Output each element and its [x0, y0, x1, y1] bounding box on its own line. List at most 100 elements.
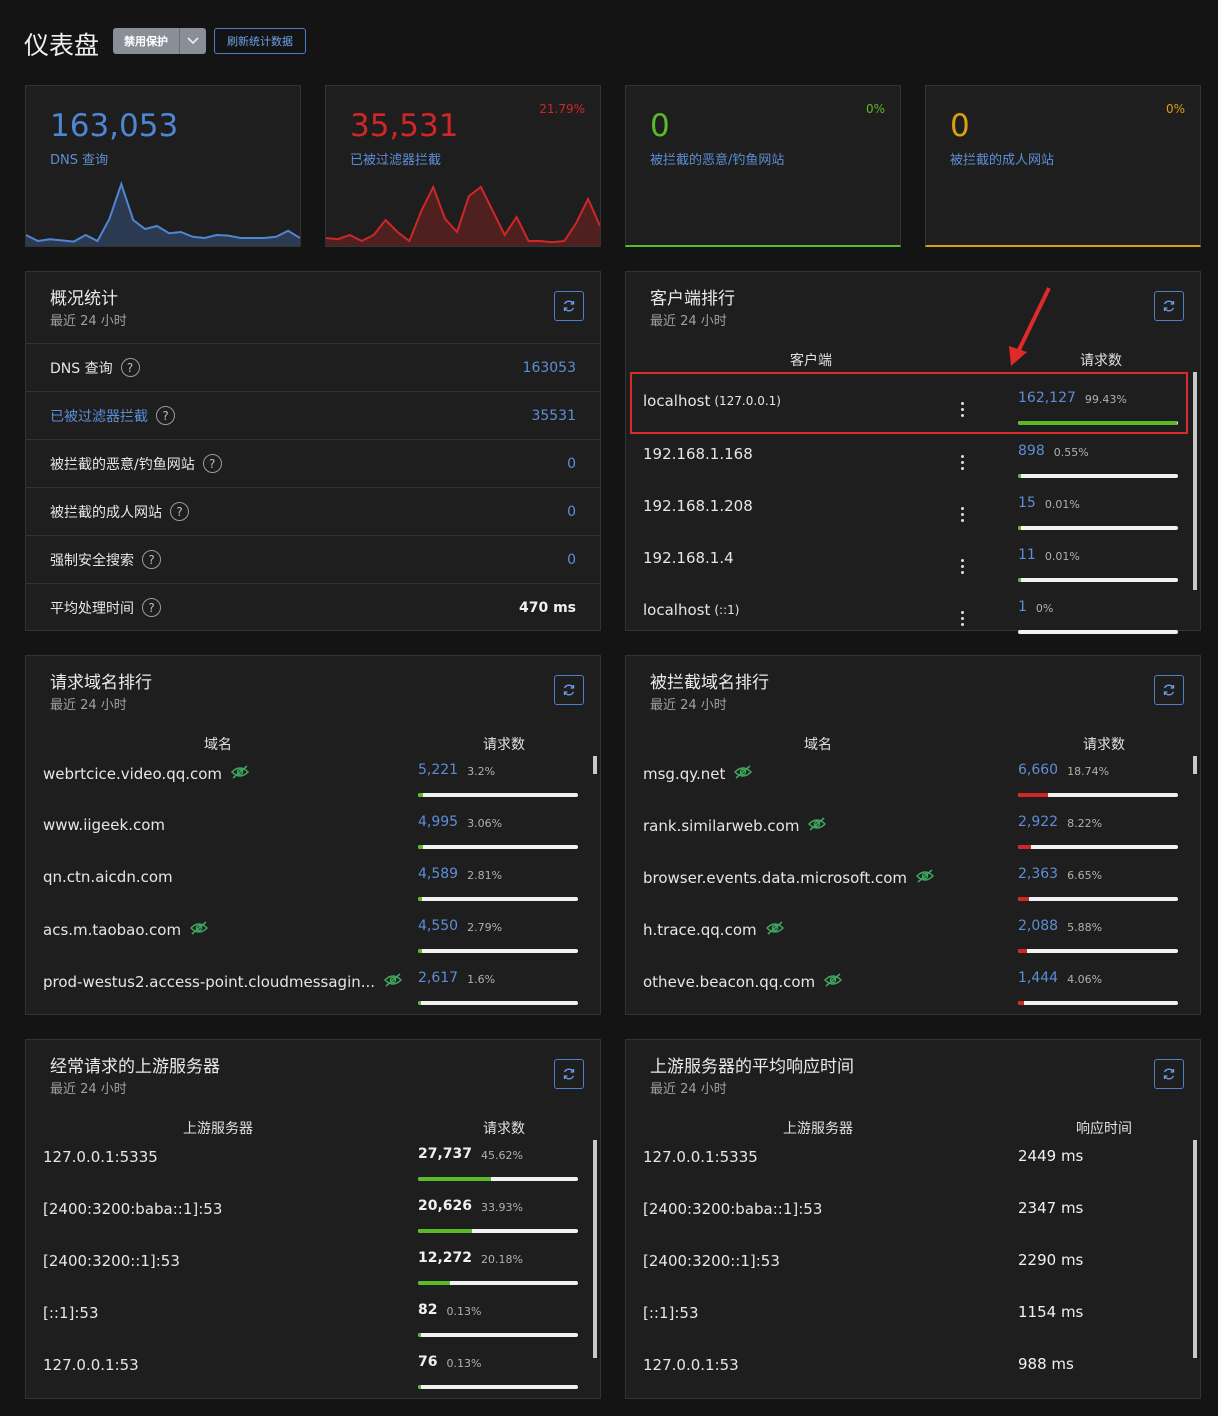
column-header-requests[interactable]: 请求数 — [1039, 734, 1169, 754]
chevron-down-icon[interactable] — [180, 28, 206, 54]
column-header-upstream[interactable]: 上游服务器 — [153, 1118, 283, 1138]
row-name-text[interactable]: acs.m.taobao.com — [43, 921, 181, 939]
row-name[interactable]: [2400:3200::1]:53 — [43, 1252, 180, 1270]
refresh-button[interactable] — [554, 675, 584, 705]
row-label[interactable]: 已被过滤器拦截 — [50, 406, 148, 426]
row-name-text[interactable]: h.trace.qq.com — [643, 921, 757, 939]
help-icon[interactable]: ? — [142, 598, 161, 617]
row-name[interactable]: rank.similarweb.com — [643, 816, 827, 836]
request-count[interactable]: 2,363 — [1018, 866, 1058, 882]
more-options-icon[interactable] — [961, 559, 965, 577]
help-icon[interactable]: ? — [120, 358, 140, 377]
row-name[interactable]: 192.168.1.208 — [643, 497, 753, 515]
request-count[interactable]: 4,550 — [418, 918, 458, 934]
disable-protection-button[interactable]: 禁用保护 — [113, 28, 206, 54]
row-name[interactable]: [2400:3200:baba::1]:53 — [43, 1200, 222, 1218]
column-header-domain[interactable]: 域名 — [153, 734, 283, 754]
row-name-text[interactable]: [2400:3200::1]:53 — [43, 1252, 180, 1270]
row-value[interactable]: 35531 — [531, 408, 576, 424]
request-count[interactable]: 15 — [1018, 495, 1036, 511]
row-name-text[interactable]: [::1]:53 — [643, 1304, 699, 1322]
row-name-text[interactable]: localhost — [643, 601, 710, 619]
row-name[interactable]: browser.events.data.microsoft.com — [643, 868, 935, 888]
refresh-button[interactable] — [1154, 675, 1184, 705]
help-icon[interactable]: ? — [170, 502, 189, 521]
row-name-text[interactable]: 192.168.1.4 — [643, 549, 734, 567]
eye-slash-icon[interactable] — [915, 868, 935, 888]
row-name[interactable]: 192.168.1.168 — [643, 445, 753, 463]
refresh-button[interactable] — [554, 1059, 584, 1089]
request-count[interactable]: 2,088 — [1018, 918, 1058, 934]
row-name[interactable]: www.iigeek.com — [43, 816, 165, 834]
refresh-button[interactable] — [1154, 1059, 1184, 1089]
row-name-text[interactable]: 127.0.0.1:5335 — [43, 1148, 158, 1166]
row-name-text[interactable]: 127.0.0.1:53 — [43, 1356, 139, 1374]
request-count[interactable]: 4,995 — [418, 814, 458, 830]
row-name-text[interactable]: prod-westus2.access-point.cloudmessagin.… — [43, 973, 375, 991]
scrollbar[interactable] — [593, 756, 597, 774]
row-name[interactable]: [::1]:53 — [43, 1304, 99, 1322]
more-options-icon[interactable] — [961, 507, 965, 525]
scrollbar[interactable] — [1193, 372, 1197, 590]
request-count[interactable]: 4,589 — [418, 866, 458, 882]
row-name-text[interactable]: msg.qy.net — [643, 765, 725, 783]
refresh-button[interactable] — [1154, 291, 1184, 321]
column-header-requests[interactable]: 请求数 — [439, 1118, 569, 1138]
row-name[interactable]: [2400:3200::1]:53 — [643, 1252, 780, 1270]
row-name[interactable]: webrtcice.video.qq.com — [43, 764, 250, 784]
more-options-icon[interactable] — [961, 611, 965, 629]
column-header-requests[interactable]: 请求数 — [439, 734, 569, 754]
row-name[interactable]: [::1]:53 — [643, 1304, 699, 1322]
request-count[interactable]: 898 — [1018, 443, 1045, 459]
help-icon[interactable]: ? — [156, 406, 175, 425]
row-value[interactable]: 0 — [567, 552, 576, 568]
help-icon[interactable]: ? — [202, 454, 222, 473]
request-count[interactable]: 1,444 — [1018, 970, 1058, 986]
column-header-domain[interactable]: 域名 — [753, 734, 883, 754]
row-name[interactable]: 192.168.1.4 — [643, 549, 734, 567]
row-name-text[interactable]: otheve.beacon.qq.com — [643, 973, 815, 991]
row-name-text[interactable]: 192.168.1.208 — [643, 497, 753, 515]
refresh-stats-button[interactable]: 刷新统计数据 — [214, 28, 306, 54]
row-name-text[interactable]: 127.0.0.1:5335 — [643, 1148, 758, 1166]
eye-slash-icon[interactable] — [189, 920, 209, 940]
row-name-text[interactable]: www.iigeek.com — [43, 816, 165, 834]
row-name-text[interactable]: qn.ctn.aicdn.com — [43, 868, 173, 886]
request-count[interactable]: 1 — [1018, 599, 1027, 615]
eye-slash-icon[interactable] — [765, 920, 785, 940]
row-name[interactable]: qn.ctn.aicdn.com — [43, 868, 173, 886]
eye-slash-icon[interactable] — [383, 972, 403, 992]
row-name-text[interactable]: 127.0.0.1:53 — [643, 1356, 739, 1374]
row-name[interactable]: prod-westus2.access-point.cloudmessagin.… — [43, 972, 403, 992]
row-name[interactable]: 127.0.0.1:5335 — [43, 1148, 158, 1166]
eye-slash-icon[interactable] — [733, 764, 753, 784]
row-name-text[interactable]: [2400:3200:baba::1]:53 — [43, 1200, 222, 1218]
row-name[interactable]: 127.0.0.1:5335 — [643, 1148, 758, 1166]
help-icon[interactable]: ? — [142, 550, 161, 569]
row-name[interactable]: msg.qy.net — [643, 764, 753, 784]
row-value[interactable]: 0 — [567, 504, 576, 520]
row-name-text[interactable]: [2400:3200::1]:53 — [643, 1252, 780, 1270]
row-name-text[interactable]: browser.events.data.microsoft.com — [643, 869, 907, 887]
row-name[interactable]: localhost (::1) — [643, 601, 739, 619]
eye-slash-icon[interactable] — [807, 816, 827, 836]
row-name[interactable]: 127.0.0.1:53 — [643, 1356, 739, 1374]
column-header-response-time[interactable]: 响应时间 — [1039, 1118, 1169, 1138]
request-count[interactable]: 11 — [1018, 547, 1036, 563]
scrollbar[interactable] — [593, 1140, 597, 1358]
column-header-client[interactable]: 客户端 — [746, 350, 876, 370]
row-value[interactable]: 163053 — [523, 360, 576, 376]
row-name-text[interactable]: [2400:3200:baba::1]:53 — [643, 1200, 822, 1218]
scrollbar[interactable] — [1193, 756, 1197, 774]
more-options-icon[interactable] — [961, 455, 965, 473]
refresh-button[interactable] — [554, 291, 584, 321]
row-name[interactable]: [2400:3200:baba::1]:53 — [643, 1200, 822, 1218]
request-count[interactable]: 5,221 — [418, 762, 458, 778]
row-name-text[interactable]: 192.168.1.168 — [643, 445, 753, 463]
request-count[interactable]: 6,660 — [1018, 762, 1058, 778]
row-name[interactable]: acs.m.taobao.com — [43, 920, 209, 940]
row-name-text[interactable]: webrtcice.video.qq.com — [43, 765, 222, 783]
row-name[interactable]: otheve.beacon.qq.com — [643, 972, 843, 992]
scrollbar[interactable] — [1193, 1140, 1197, 1358]
row-name-text[interactable]: [::1]:53 — [43, 1304, 99, 1322]
